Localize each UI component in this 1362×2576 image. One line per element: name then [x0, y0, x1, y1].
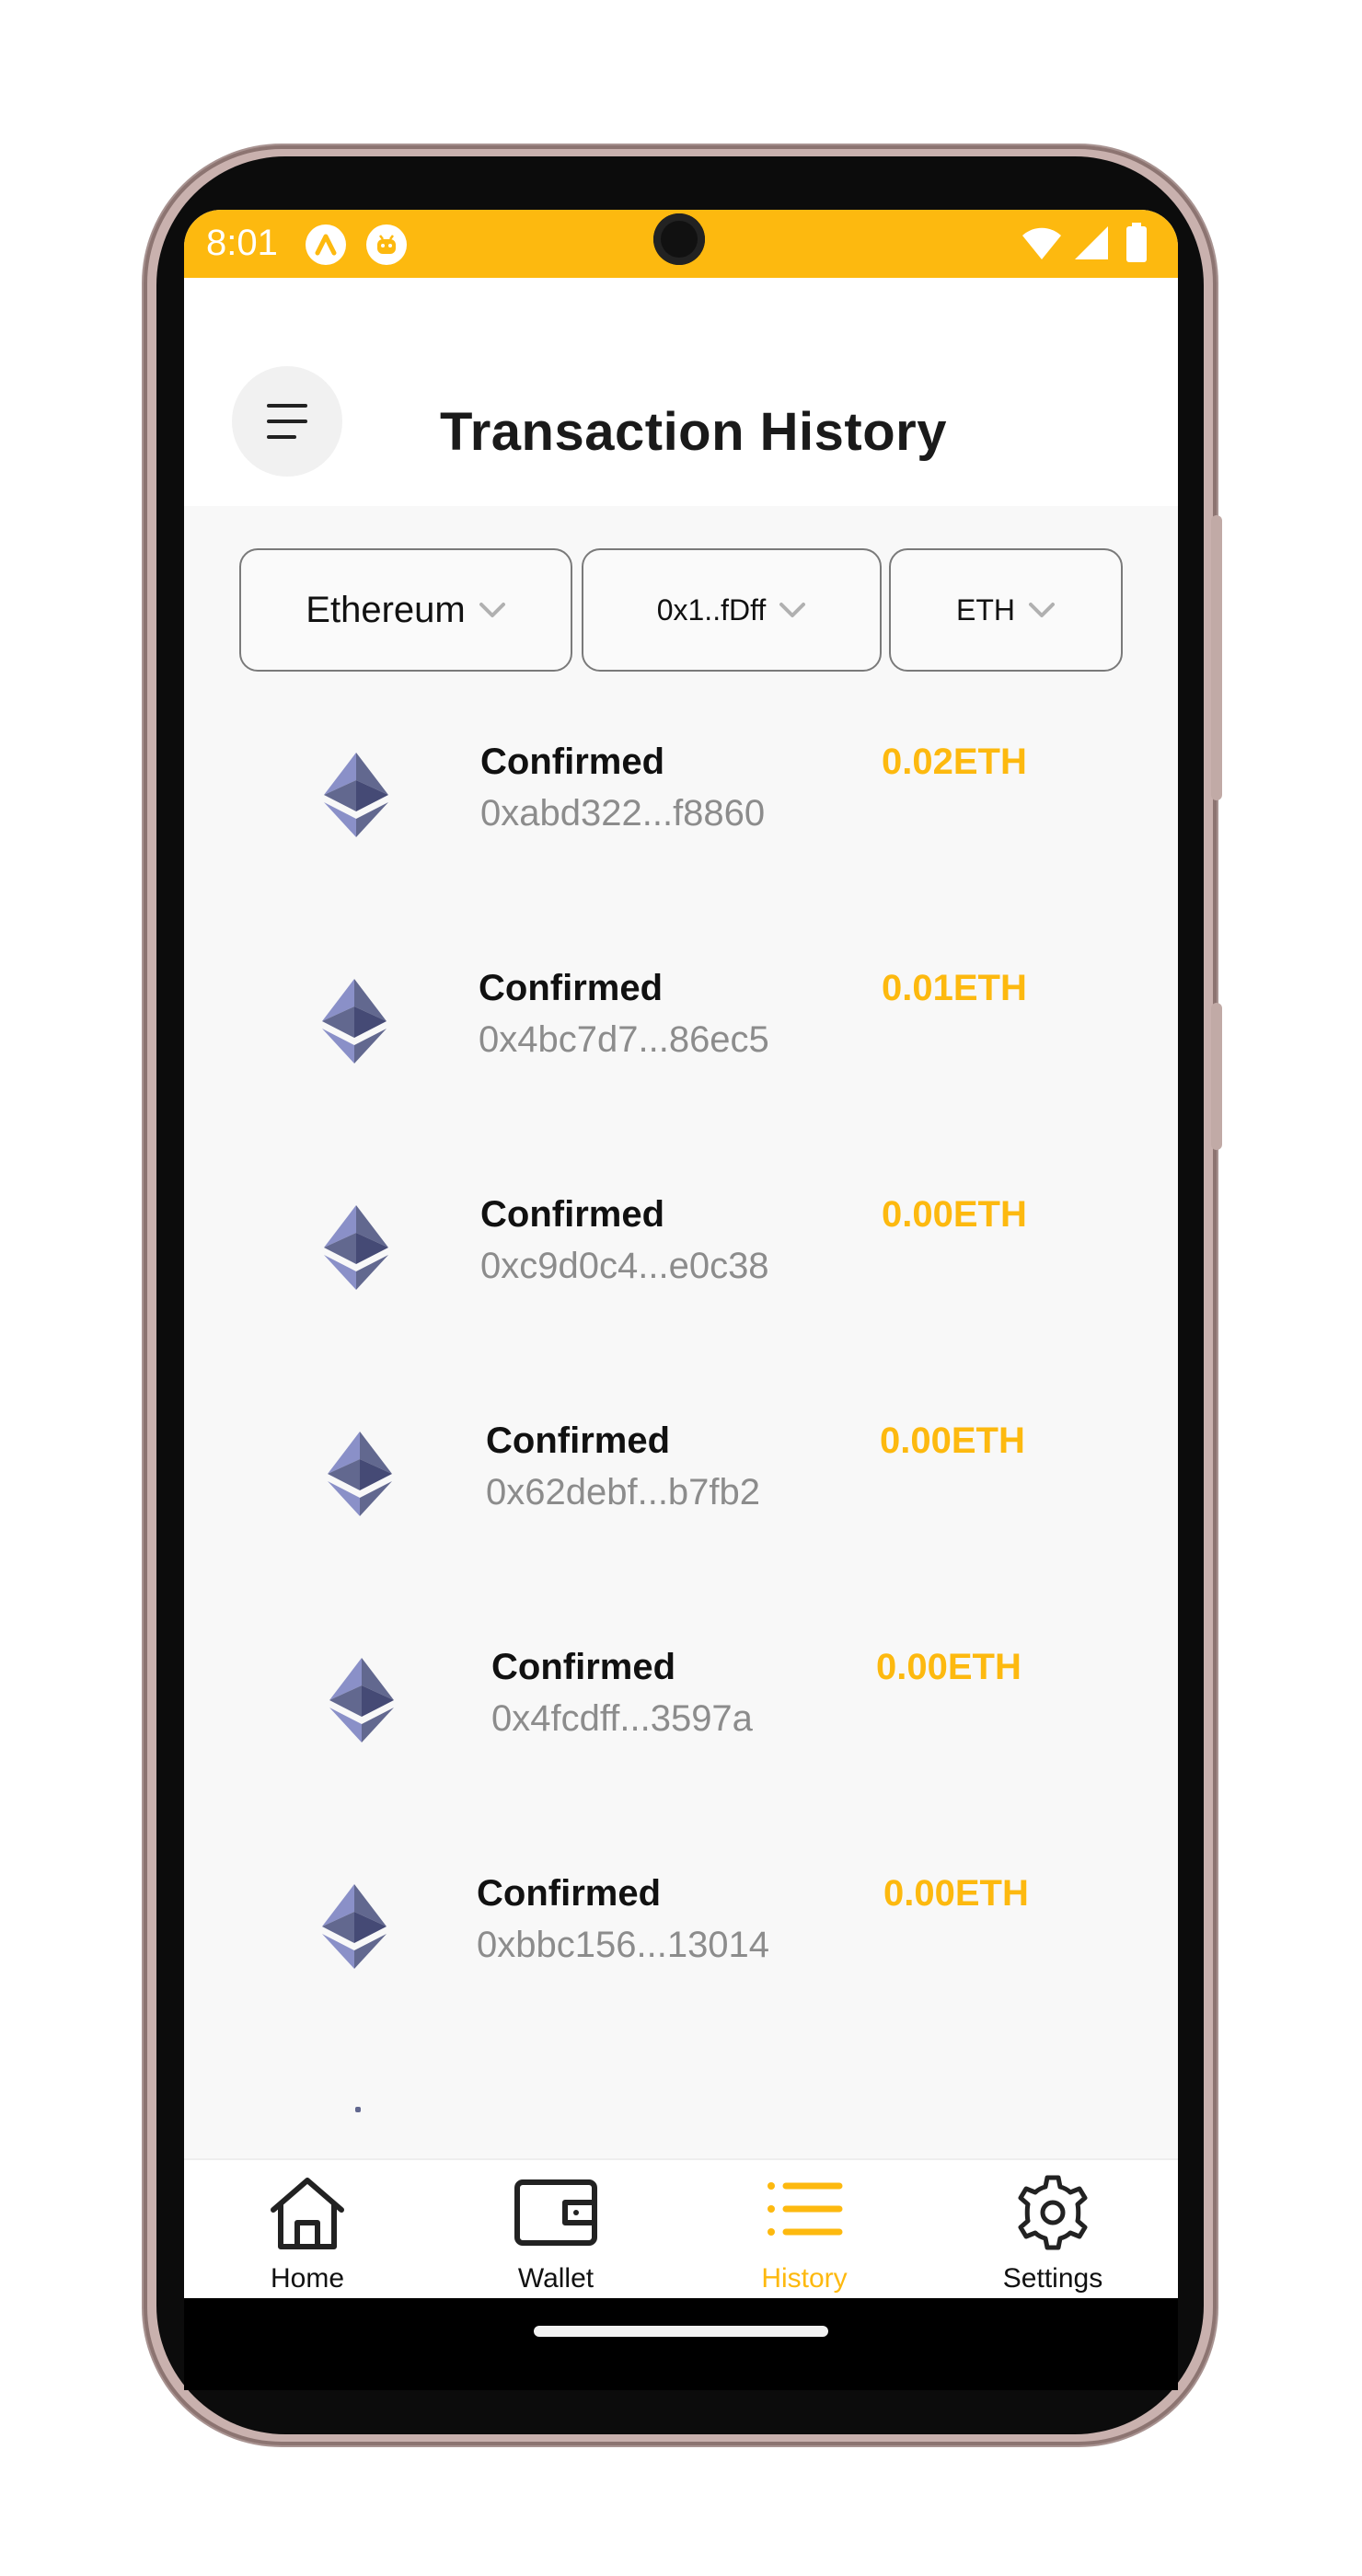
home-icon — [271, 2178, 344, 2249]
nav-item-wallet[interactable]: Wallet — [464, 2160, 648, 2298]
transaction-amount: 0.00ETH — [883, 1873, 1029, 1914]
transaction-amount: 0.01ETH — [882, 968, 1027, 1008]
transaction-status: Confirmed — [486, 1420, 670, 1461]
hamburger-menu-icon — [267, 404, 307, 439]
ethereum-logo-icon — [328, 1432, 392, 1516]
network-dropdown-label: Ethereum — [306, 589, 466, 630]
gear-icon — [1018, 2175, 1088, 2250]
ethereum-logo-icon — [329, 1658, 394, 1742]
transaction-status: Confirmed — [479, 968, 663, 1008]
transaction-hash: 0xc9d0c4...e0c38 — [480, 1246, 769, 1286]
network-dropdown[interactable]: Ethereum — [239, 548, 572, 672]
transaction-row[interactable]: Confirmed 0xc9d0c4...e0c38 0.00ETH — [184, 1194, 1178, 1323]
transaction-status: Confirmed — [491, 1647, 675, 1687]
transaction-amount: 0.00ETH — [876, 1647, 1022, 1687]
nav-item-settings[interactable]: Settings — [961, 2160, 1145, 2298]
transaction-amount: 0.00ETH — [882, 1194, 1027, 1235]
app-screen: 8:01 Transaction History Ethereum 0x1..f… — [184, 210, 1178, 2298]
transaction-status: Confirmed — [480, 1194, 664, 1235]
ethereum-logo-icon — [322, 979, 387, 1064]
transaction-status: Confirmed — [477, 1873, 661, 1914]
status-bar: 8:01 — [184, 210, 1178, 278]
battery-icon — [1126, 223, 1147, 262]
nav-label: Home — [270, 2263, 345, 2294]
page-title: Transaction History — [440, 402, 947, 462]
ethereum-logo-icon — [324, 753, 388, 837]
transaction-hash: 0x62debf...b7fb2 — [486, 1472, 761, 1512]
address-dropdown-label: 0x1..fDff — [656, 592, 767, 627]
transaction-amount: 0.02ETH — [882, 742, 1027, 782]
status-time: 8:01 — [206, 223, 278, 263]
android-robot-icon — [366, 224, 407, 265]
app-header: Transaction History — [184, 278, 1178, 506]
transaction-row[interactable]: Confirmed 0xbbc156...13014 0.00ETH — [184, 1873, 1178, 2002]
front-camera — [653, 213, 705, 265]
nav-label: Settings — [1002, 2263, 1103, 2294]
nav-label: Wallet — [517, 2263, 594, 2294]
chevron-down-icon — [479, 603, 505, 617]
transaction-hash: 0x4fcdff...3597a — [491, 1698, 753, 1739]
menu-button[interactable] — [232, 366, 342, 477]
address-dropdown[interactable]: 0x1..fDff — [582, 548, 882, 672]
transaction-row[interactable]: Confirmed 0x4fcdff...3597a 0.00ETH — [184, 1647, 1178, 1776]
transaction-row[interactable]: Confirmed 0x4bc7d7...86ec5 0.01ETH — [184, 968, 1178, 1097]
ethereum-logo-icon — [322, 1884, 387, 1969]
nav-item-home[interactable]: Home — [215, 2160, 399, 2298]
status-system-icons — [1021, 223, 1148, 263]
transaction-hash: 0x4bc7d7...86ec5 — [479, 1019, 769, 1060]
token-dropdown-label: ETH — [956, 592, 1015, 627]
list-icon — [768, 2182, 843, 2236]
wallet-icon — [514, 2179, 597, 2246]
ethereum-logo-icon — [324, 1205, 388, 1290]
transaction-hash: 0xbbc156...13014 — [477, 1925, 770, 1965]
power-button — [1211, 1003, 1222, 1150]
ethereum-logo-icon — [355, 2107, 361, 2112]
chevron-down-icon — [779, 603, 806, 617]
home-gesture-bar[interactable] — [534, 2326, 828, 2337]
gesture-area — [184, 2298, 1178, 2390]
cell-signal-icon — [1074, 226, 1108, 259]
transaction-hash: 0xabd322...f8860 — [480, 793, 766, 834]
nav-item-history[interactable]: History — [712, 2160, 896, 2298]
transaction-row[interactable]: Confirmed 0xabd322...f8860 0.02ETH — [184, 742, 1178, 870]
transaction-amount: 0.00ETH — [880, 1420, 1025, 1461]
chevron-down-icon — [1029, 603, 1055, 617]
nav-label: History — [761, 2263, 848, 2294]
transaction-row[interactable]: Confirmed 0x62debf...b7fb2 0.00ETH — [184, 1420, 1178, 1549]
app-a-icon — [306, 224, 346, 265]
token-dropdown[interactable]: ETH — [889, 548, 1123, 672]
wifi-icon — [1022, 227, 1062, 259]
volume-button — [1211, 515, 1222, 800]
transaction-status: Confirmed — [480, 742, 664, 782]
bottom-navigation: Home Wallet History Settings — [184, 2158, 1178, 2298]
